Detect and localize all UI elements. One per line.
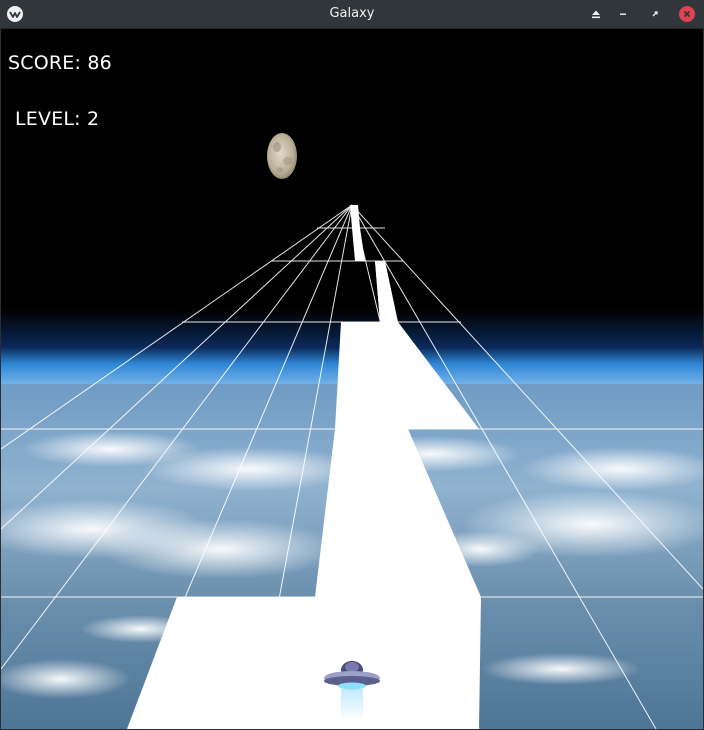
restore-icon [652, 11, 658, 17]
eject-icon [592, 10, 600, 19]
keep-above-button[interactable] [588, 6, 604, 22]
close-icon [683, 10, 691, 18]
close-button[interactable] [679, 6, 695, 22]
score-label: SCORE: 86 [8, 52, 112, 74]
minimize-button[interactable] [615, 6, 631, 22]
level-label: LEVEL: 2 [15, 108, 100, 130]
minimize-icon [620, 13, 626, 15]
moon [267, 133, 297, 179]
app-window: Galaxy SCORE: 86 LEVEL: 2 [0, 0, 704, 730]
maximize-button[interactable] [647, 6, 663, 22]
window-titlebar[interactable]: Galaxy [0, 0, 704, 29]
game-canvas[interactable]: SCORE: 86 LEVEL: 2 [1, 29, 703, 729]
